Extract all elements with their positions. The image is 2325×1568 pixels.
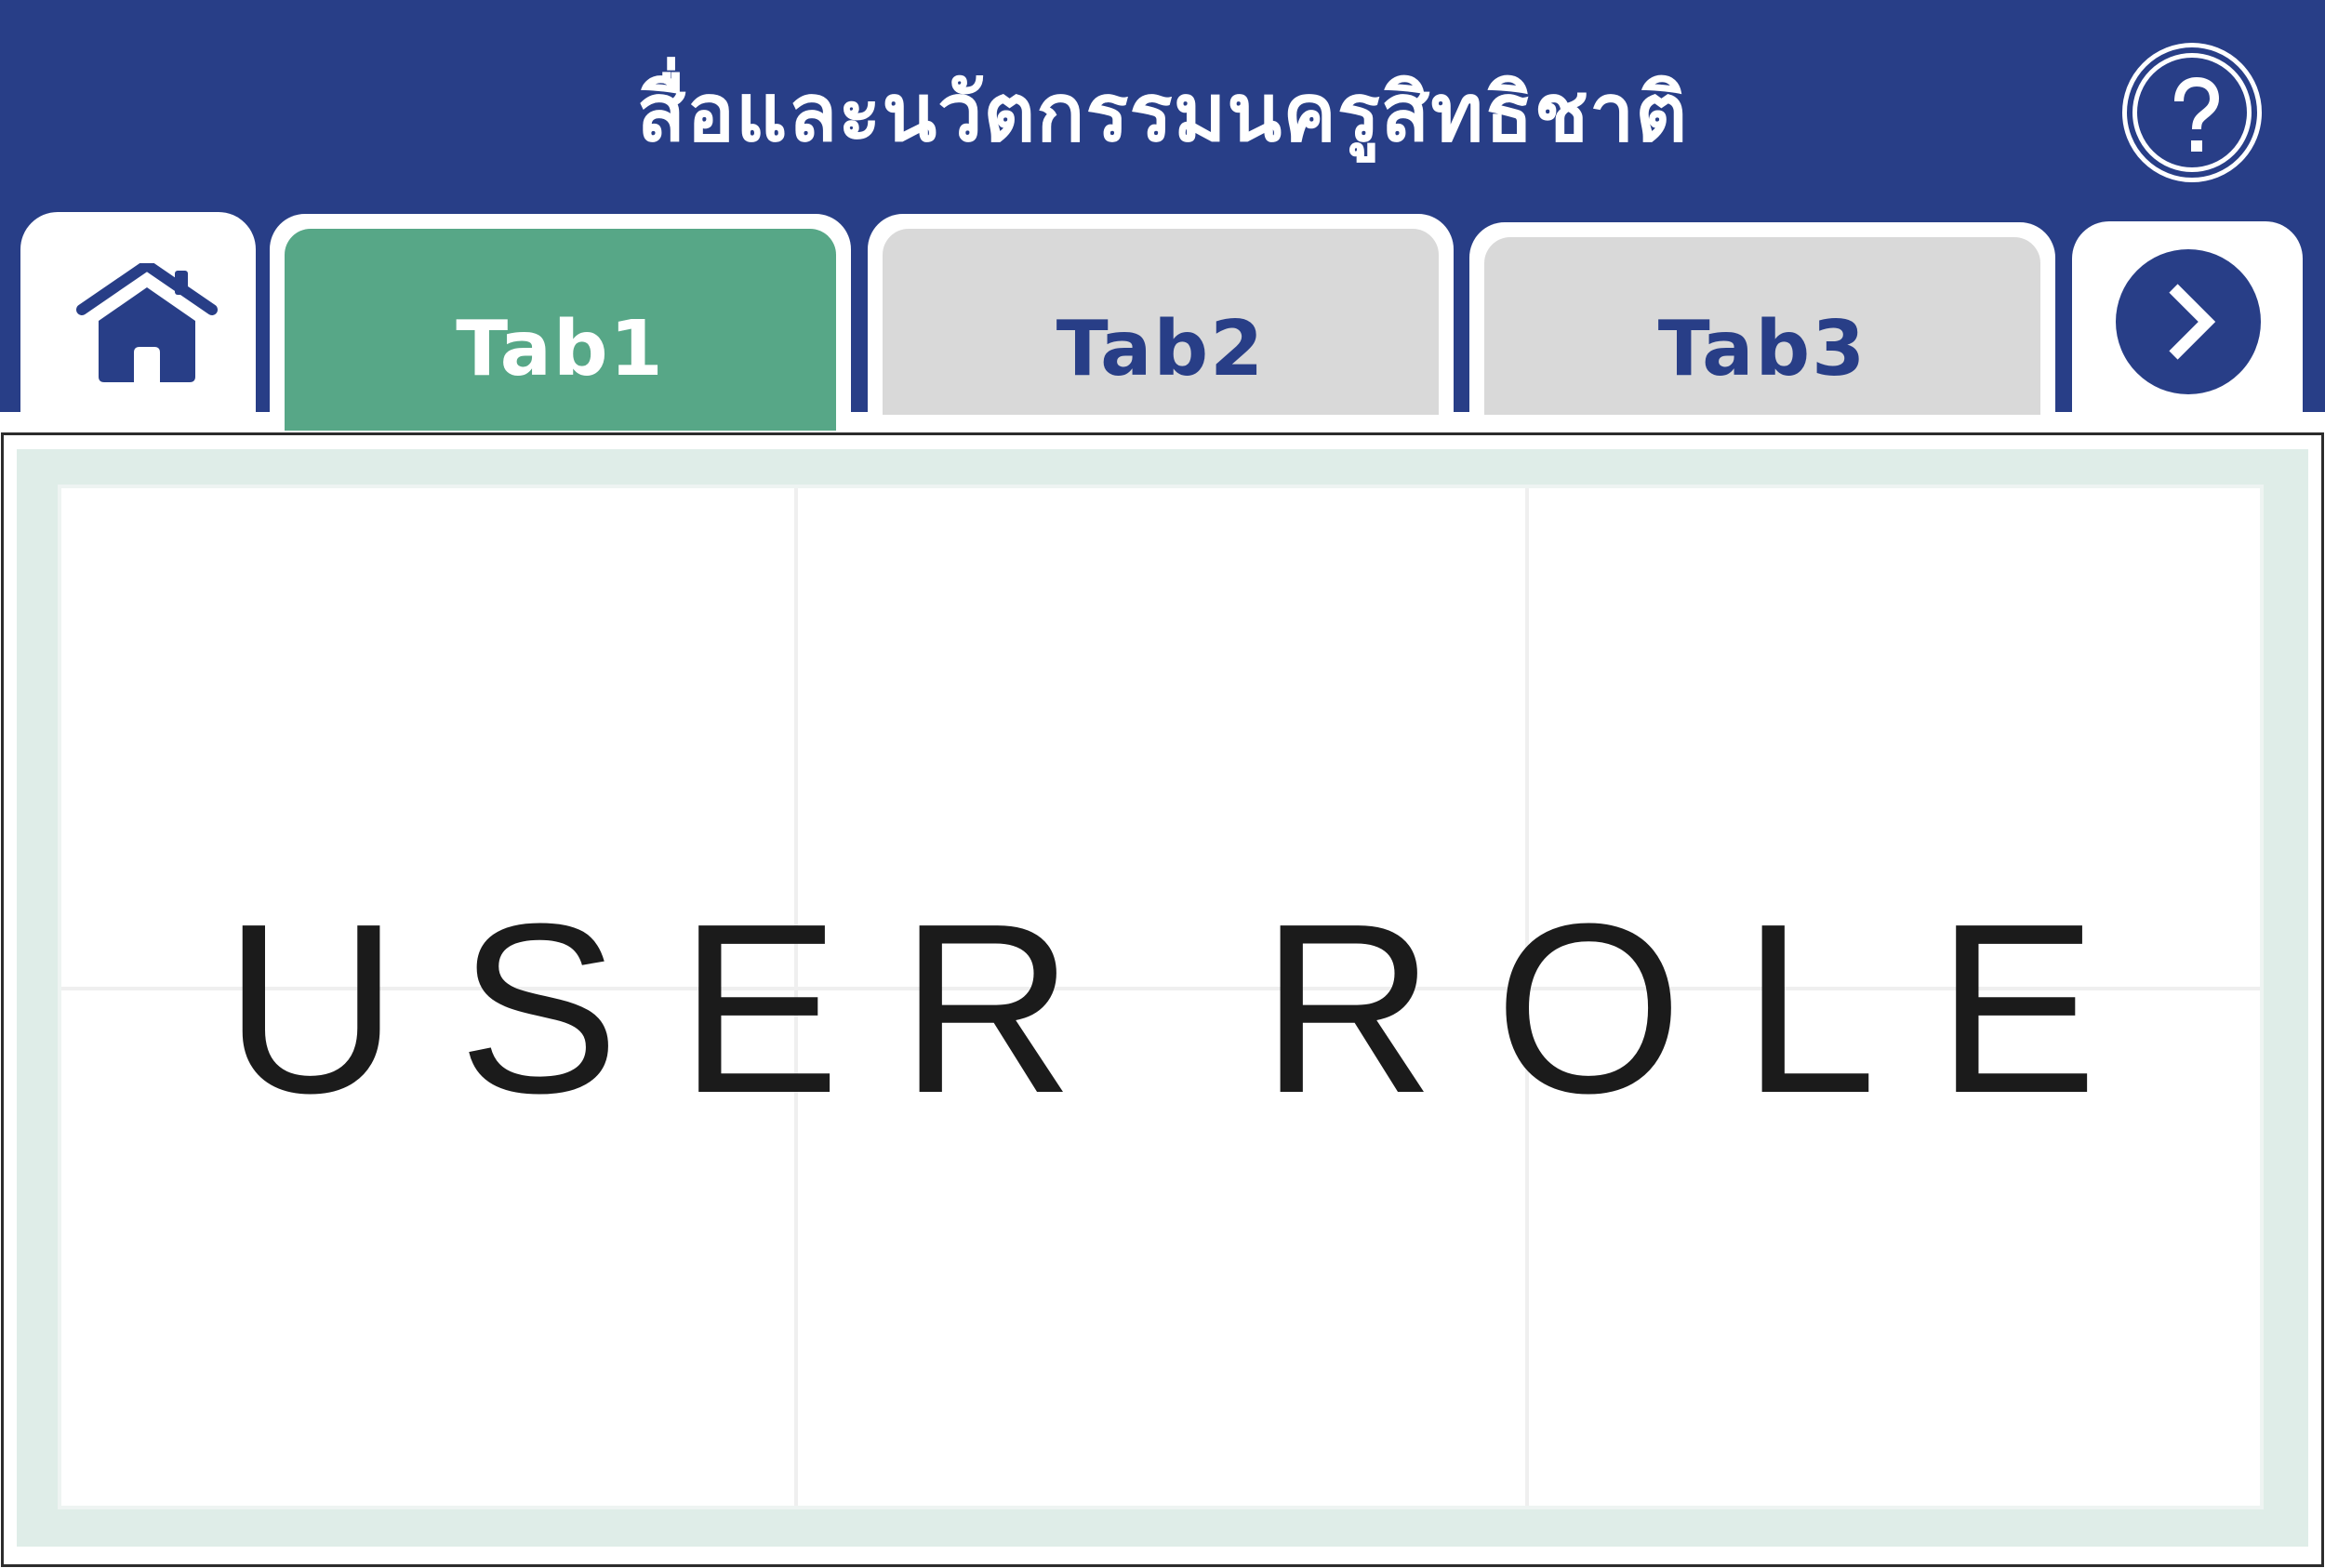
tab-2-label: Tab2 bbox=[1056, 305, 1266, 393]
tab-1-label: Tab1 bbox=[456, 305, 665, 393]
tab-3-label: Tab3 bbox=[1657, 305, 1867, 393]
tab-2-face: Tab2 bbox=[883, 229, 1439, 415]
help-button[interactable] bbox=[2122, 43, 2262, 182]
tab-3[interactable]: Tab3 bbox=[1469, 222, 2055, 415]
content-card: USER ROLE bbox=[58, 485, 2264, 1509]
app-title: สื่อและนวัตกรรมนครูสิทธิชาติ bbox=[636, 67, 1689, 160]
home-icon bbox=[76, 263, 218, 382]
home-tab[interactable] bbox=[20, 212, 256, 432]
content-panel: USER ROLE bbox=[0, 431, 2325, 1568]
chevron-right-icon bbox=[2169, 284, 2216, 360]
next-button[interactable] bbox=[2116, 249, 2261, 394]
question-circle-icon bbox=[2174, 76, 2220, 152]
tab-1[interactable]: Tab1 bbox=[270, 214, 851, 432]
tab-3-face: Tab3 bbox=[1484, 237, 2040, 415]
tab-2[interactable]: Tab2 bbox=[868, 214, 1454, 415]
tab-1-face: Tab1 bbox=[285, 229, 836, 432]
next-tab bbox=[2072, 221, 2303, 432]
content-mat: USER ROLE bbox=[17, 449, 2308, 1547]
user-role-text: USER ROLE bbox=[223, 874, 2158, 1144]
